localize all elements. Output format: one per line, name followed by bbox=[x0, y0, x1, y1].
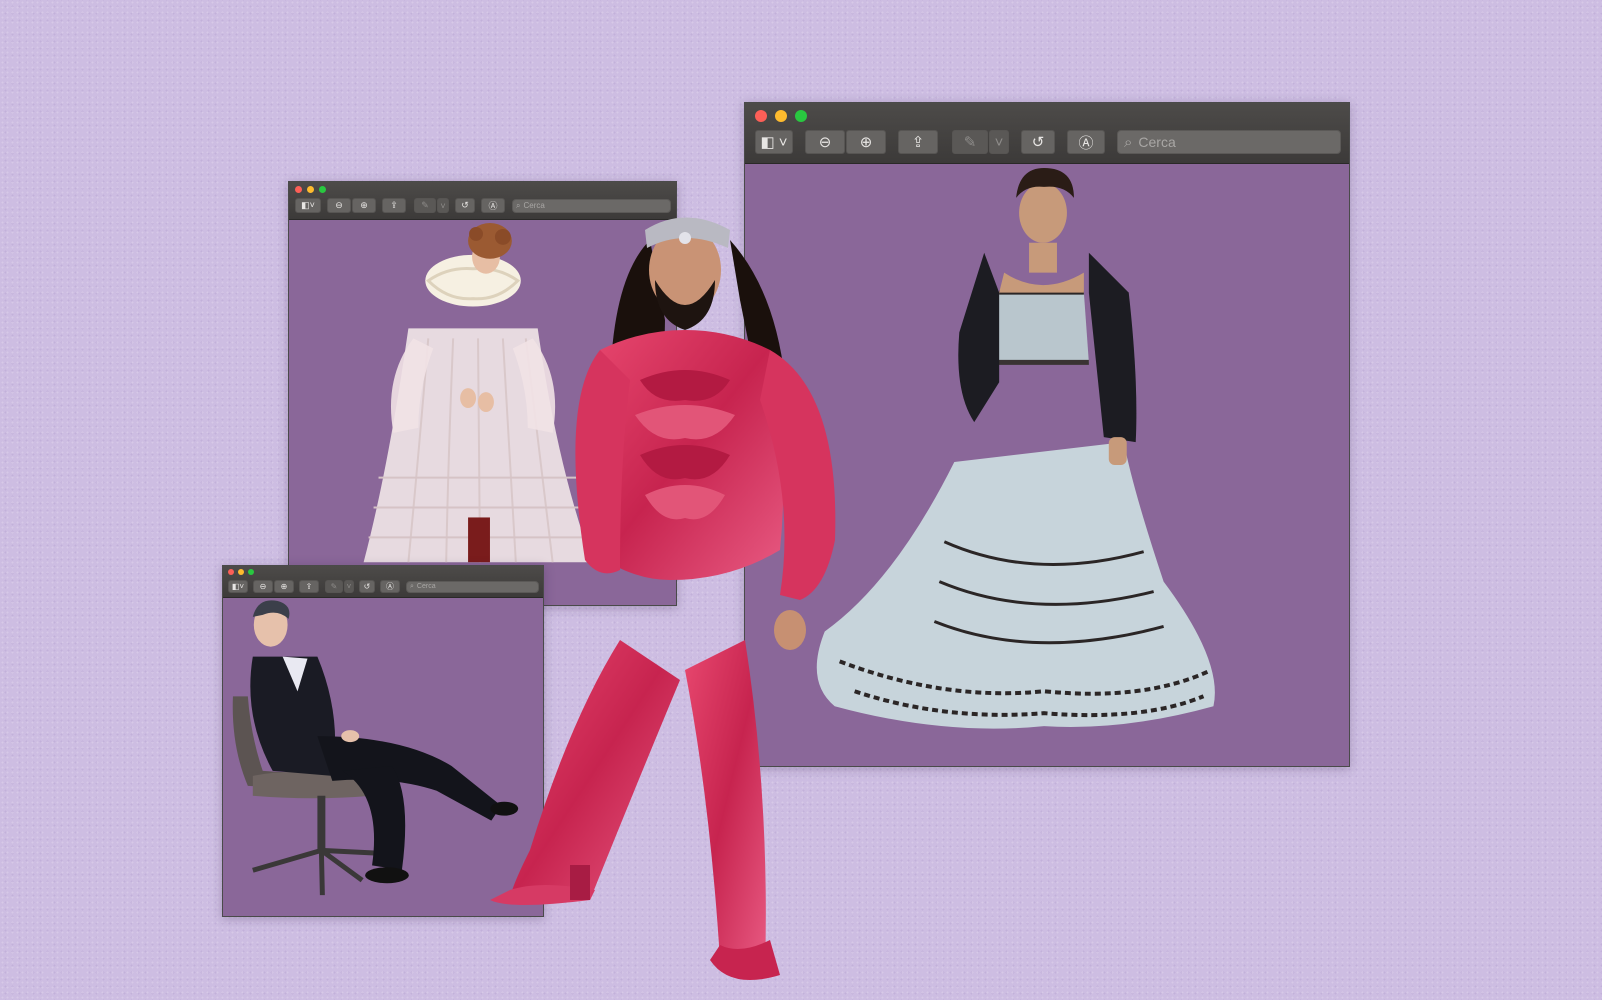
traffic-lights bbox=[295, 186, 331, 193]
share-button[interactable]: ⇪ bbox=[382, 198, 406, 213]
zoom-in-icon: ⊕ bbox=[859, 134, 873, 151]
chevron-down-icon: ˅ bbox=[994, 133, 1004, 151]
markup-group: ✎ ˅ bbox=[952, 130, 1009, 154]
share-button[interactable]: ⇪ bbox=[898, 130, 938, 154]
zoom-group: ⊖ ⊕ bbox=[805, 130, 886, 154]
zoom-button[interactable] bbox=[248, 569, 254, 575]
rotate-icon: ↺ bbox=[1031, 134, 1045, 151]
sidebar-icon: ◧˅ bbox=[301, 200, 315, 210]
markup-button[interactable]: ✎ bbox=[414, 198, 436, 213]
rotate-button[interactable]: ↺ bbox=[359, 580, 375, 593]
sidebar-toggle-button[interactable]: ◧ ˅ bbox=[755, 130, 793, 154]
share-icon: ⇪ bbox=[305, 582, 313, 591]
markup-group: ✎ ˅ bbox=[414, 198, 449, 213]
zoom-in-button[interactable]: ⊕ bbox=[846, 130, 886, 154]
markup-menu-button[interactable]: ˅ bbox=[989, 130, 1009, 154]
zoom-out-icon: ⊖ bbox=[818, 134, 832, 151]
zoom-group: ⊖ ⊕ bbox=[327, 198, 376, 213]
traffic-lights bbox=[228, 569, 258, 575]
traffic-lights bbox=[755, 110, 815, 122]
close-button[interactable] bbox=[228, 569, 234, 575]
photo-pink-suit-figure bbox=[490, 200, 870, 990]
sidebar-icon: ◧˅ bbox=[231, 582, 245, 591]
zoom-in-button[interactable]: ⊕ bbox=[352, 198, 376, 213]
sidebar-toggle-button[interactable]: ◧˅ bbox=[295, 198, 321, 213]
zoom-in-icon: ⊕ bbox=[280, 582, 288, 591]
rotate-icon: ↺ bbox=[363, 582, 371, 591]
zoom-out-icon: ⊖ bbox=[335, 200, 343, 210]
markup-pen-icon: ✎ bbox=[963, 134, 977, 151]
annotate-icon: Ⓐ bbox=[386, 582, 394, 591]
markup-button[interactable]: ✎ bbox=[952, 130, 988, 154]
search-input[interactable] bbox=[1132, 133, 1340, 151]
minimize-button[interactable] bbox=[307, 186, 314, 193]
chevron-down-icon: ˅ bbox=[346, 582, 352, 591]
zoom-out-icon: ⊖ bbox=[259, 582, 267, 591]
annotate-button[interactable]: Ⓐ bbox=[1067, 130, 1105, 154]
minimize-button[interactable] bbox=[238, 569, 244, 575]
rotate-icon: ↺ bbox=[461, 200, 469, 210]
annotate-button[interactable]: Ⓐ bbox=[380, 580, 400, 593]
sidebar-toggle-button[interactable]: ◧˅ bbox=[228, 580, 248, 593]
markup-button[interactable]: ✎ bbox=[325, 580, 343, 593]
zoom-button[interactable] bbox=[795, 110, 807, 122]
search-icon: ⌕ bbox=[1124, 133, 1133, 151]
zoom-group: ⊖ ⊕ bbox=[253, 580, 294, 593]
annotate-icon: Ⓐ bbox=[1078, 134, 1094, 152]
zoom-in-button[interactable]: ⊕ bbox=[274, 580, 294, 593]
share-icon: ⇪ bbox=[390, 200, 398, 210]
minimize-button[interactable] bbox=[775, 110, 787, 122]
search-field[interactable]: ⌕ bbox=[1117, 130, 1341, 154]
close-button[interactable] bbox=[755, 110, 767, 122]
share-icon: ⇪ bbox=[911, 134, 925, 151]
markup-pen-icon: ✎ bbox=[330, 582, 338, 591]
markup-group: ✎ ˅ bbox=[325, 580, 354, 593]
sidebar-icon: ◧ ˅ bbox=[760, 134, 788, 151]
rotate-button[interactable]: ↺ bbox=[455, 198, 475, 213]
close-button[interactable] bbox=[295, 186, 302, 193]
markup-pen-icon: ✎ bbox=[421, 200, 429, 210]
markup-menu-button[interactable]: ˅ bbox=[344, 580, 354, 593]
zoom-in-icon: ⊕ bbox=[360, 200, 368, 210]
share-button[interactable]: ⇪ bbox=[299, 580, 319, 593]
chevron-down-icon: ˅ bbox=[440, 200, 446, 211]
zoom-out-button[interactable]: ⊖ bbox=[253, 580, 273, 593]
toolbar: ◧ ˅ ⊖ ⊕ ⇪ ✎ ˅ ↺ Ⓐ ⌕ bbox=[755, 130, 1341, 154]
window-titlebar[interactable]: ◧ ˅ ⊖ ⊕ ⇪ ✎ ˅ ↺ Ⓐ ⌕ bbox=[745, 103, 1349, 164]
zoom-out-button[interactable]: ⊖ bbox=[327, 198, 351, 213]
zoom-out-button[interactable]: ⊖ bbox=[805, 130, 845, 154]
rotate-button[interactable]: ↺ bbox=[1021, 130, 1055, 154]
zoom-button[interactable] bbox=[319, 186, 326, 193]
markup-menu-button[interactable]: ˅ bbox=[437, 198, 449, 213]
